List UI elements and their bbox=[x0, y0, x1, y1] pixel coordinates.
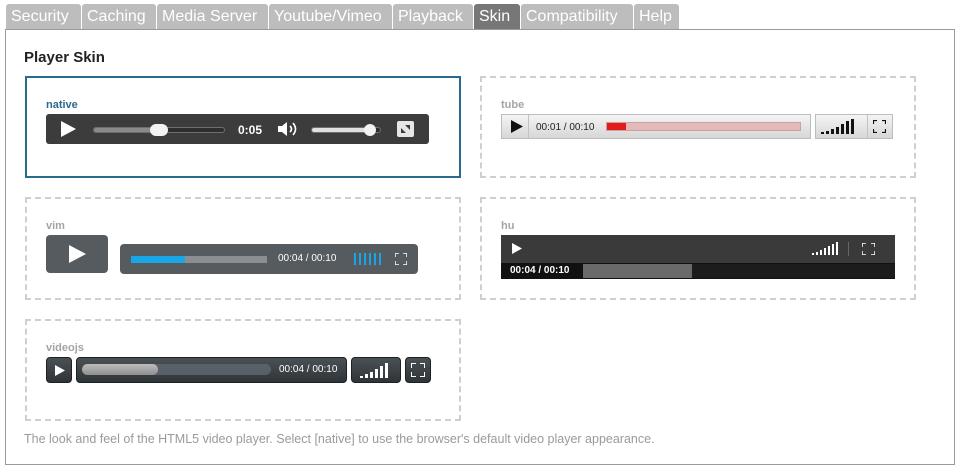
native-volume-fill bbox=[312, 128, 370, 132]
vim-seek-bar[interactable] bbox=[131, 256, 267, 263]
native-seek-slider[interactable] bbox=[93, 124, 225, 136]
skin-label-native: native bbox=[46, 99, 78, 111]
skin-panel: Player Skin native 0:05 tube 00:01 / 00:… bbox=[5, 29, 955, 465]
hu-player-top bbox=[501, 235, 895, 263]
skin-option-vim[interactable]: vim 00:04 / 00:10 bbox=[25, 197, 461, 300]
fullscreen-icon[interactable] bbox=[862, 243, 875, 255]
fullscreen-icon[interactable] bbox=[397, 121, 414, 137]
videojs-volume-button[interactable] bbox=[351, 357, 401, 383]
skin-label-videojs: videojs bbox=[46, 342, 84, 354]
play-icon bbox=[69, 245, 86, 263]
skin-option-videojs[interactable]: videojs 00:04 / 00:10 bbox=[25, 319, 461, 421]
fullscreen-icon[interactable] bbox=[873, 120, 886, 133]
tab-security[interactable]: Security bbox=[6, 4, 81, 29]
volume-bars-icon[interactable] bbox=[354, 253, 383, 265]
videojs-play-button[interactable] bbox=[46, 357, 72, 383]
tab-skin[interactable]: Skin bbox=[474, 4, 520, 29]
hu-progress-fill bbox=[583, 264, 693, 278]
tab-help[interactable]: Help bbox=[634, 4, 679, 29]
skin-option-tube[interactable]: tube 00:01 / 00:10 bbox=[480, 76, 916, 178]
tab-compatibility[interactable]: Compatibility bbox=[521, 4, 633, 29]
divider bbox=[528, 115, 529, 138]
vim-player-bar: 00:04 / 00:10 bbox=[120, 244, 418, 274]
native-volume-thumb[interactable] bbox=[363, 124, 376, 136]
hu-time-display: 00:04 / 00:10 bbox=[510, 265, 570, 276]
skin-label-hu: hu bbox=[501, 220, 515, 232]
vim-play-button[interactable] bbox=[46, 235, 108, 273]
volume-icon[interactable] bbox=[278, 121, 300, 137]
tube-player-bar: 00:01 / 00:10 bbox=[501, 114, 811, 139]
videojs-fullscreen-button[interactable] bbox=[405, 357, 431, 383]
native-seek-thumb[interactable] bbox=[150, 124, 168, 136]
play-icon[interactable] bbox=[512, 243, 522, 254]
tab-youtube-vimeo[interactable]: Youtube/Vimeo bbox=[269, 4, 392, 29]
volume-bars-icon bbox=[360, 363, 388, 378]
native-player-bar: 0:05 bbox=[46, 114, 429, 144]
tab-caching[interactable]: Caching bbox=[82, 4, 156, 29]
tab-playback[interactable]: Playback bbox=[393, 4, 473, 29]
tube-seek-bar[interactable] bbox=[606, 122, 801, 131]
tube-controls-right bbox=[815, 114, 893, 139]
divider bbox=[848, 242, 849, 256]
vim-progress-fill bbox=[131, 256, 186, 263]
section-heading: Player Skin bbox=[24, 49, 105, 66]
tube-time-display: 00:01 / 00:10 bbox=[536, 122, 595, 133]
native-volume-slider[interactable] bbox=[311, 124, 381, 136]
help-text: The look and feel of the HTML5 video pla… bbox=[24, 432, 655, 446]
vim-time-display: 00:04 / 00:10 bbox=[278, 253, 337, 264]
play-icon[interactable] bbox=[510, 120, 523, 133]
fullscreen-icon bbox=[411, 363, 425, 377]
hu-seek-bar[interactable] bbox=[583, 264, 895, 278]
native-time-display: 0:05 bbox=[238, 123, 263, 137]
skin-option-native[interactable]: native 0:05 bbox=[25, 76, 461, 178]
play-icon[interactable] bbox=[60, 121, 76, 137]
volume-bars-icon[interactable] bbox=[812, 242, 840, 255]
videojs-seek-bar[interactable] bbox=[82, 364, 271, 375]
tab-media-server[interactable]: Media Server bbox=[157, 4, 268, 29]
hu-player-bottom: 00:04 / 00:10 bbox=[501, 263, 895, 279]
videojs-time-display: 00:04 / 00:10 bbox=[279, 364, 338, 375]
volume-bars-icon[interactable] bbox=[821, 119, 861, 135]
fullscreen-icon[interactable] bbox=[395, 253, 407, 265]
videojs-progress-fill bbox=[82, 364, 158, 375]
videojs-progress-box: 00:04 / 00:10 bbox=[76, 357, 347, 383]
skin-label-tube: tube bbox=[501, 99, 525, 111]
divider bbox=[867, 115, 868, 138]
skin-option-hu[interactable]: hu 00:04 / 00:10 bbox=[480, 197, 916, 300]
play-icon bbox=[55, 365, 65, 376]
tube-progress-fill bbox=[607, 123, 627, 130]
skin-label-vim: vim bbox=[46, 220, 65, 232]
